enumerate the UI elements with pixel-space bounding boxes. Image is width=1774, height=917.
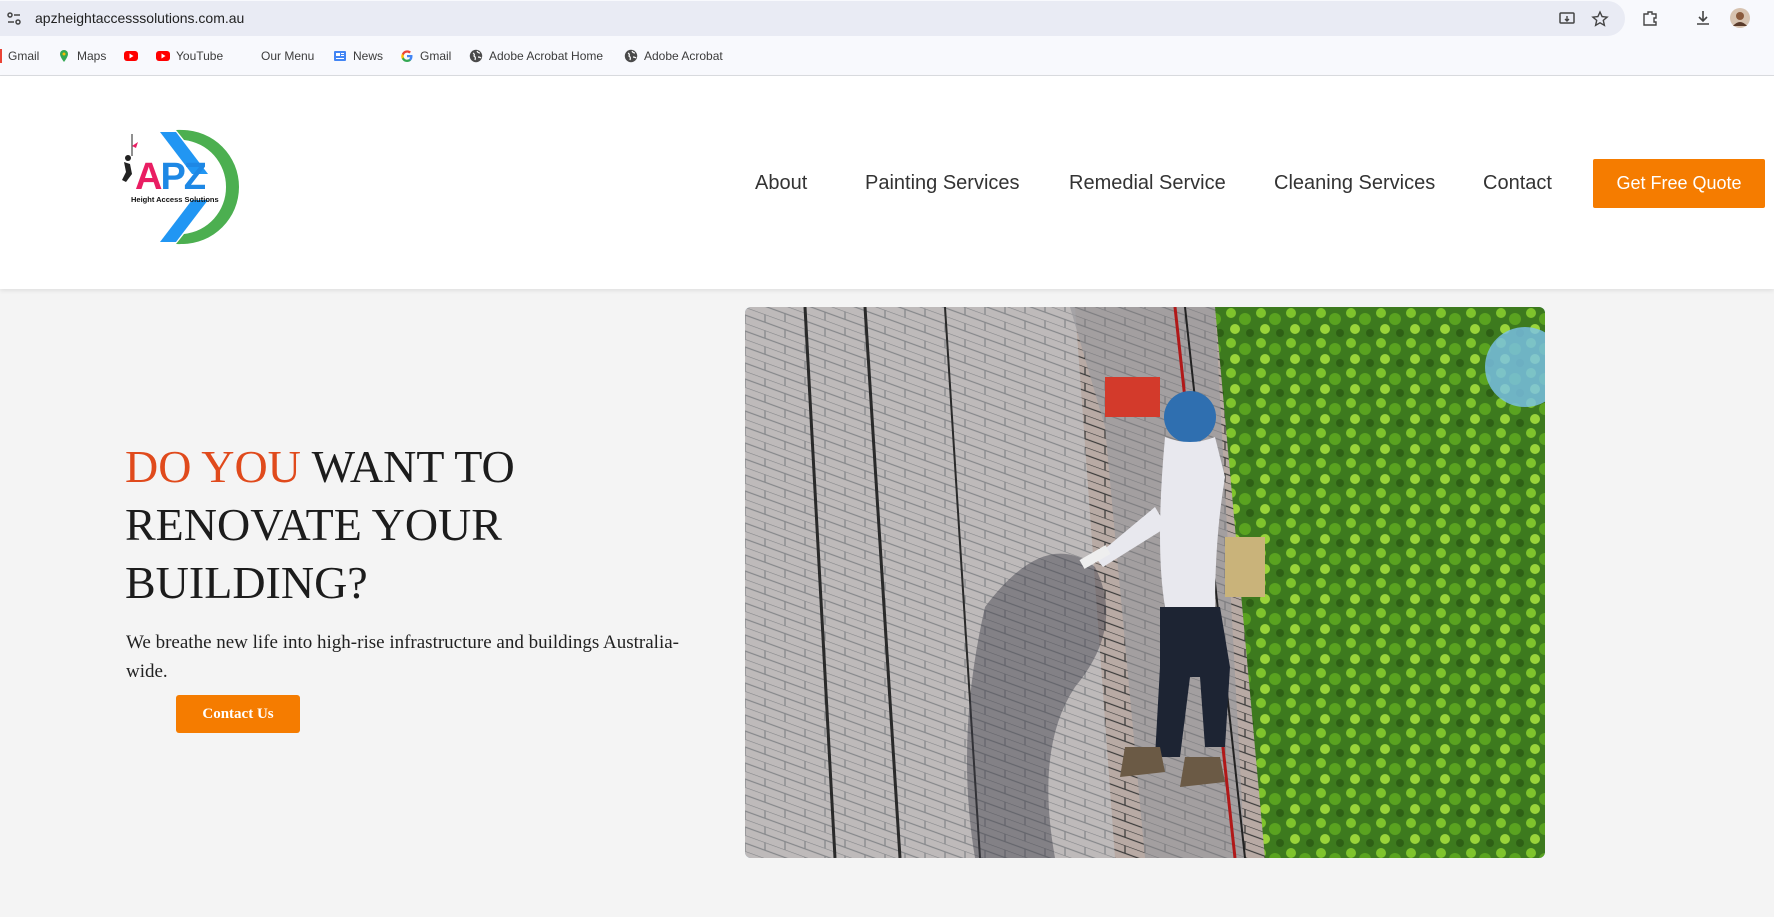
bookmark-star-icon[interactable] — [1591, 10, 1609, 28]
logo-letters: APZ — [135, 156, 207, 199]
hero-photo-illustration — [745, 307, 1545, 858]
hero-subtitle: We breathe new life into high-rise infra… — [126, 632, 679, 682]
nav-remedial-service[interactable]: Remedial Service — [1069, 172, 1226, 195]
bookmark-youtube-icon-only[interactable] — [124, 49, 144, 63]
logo-tagline: Height Access Solutions — [131, 195, 219, 204]
bookmark-adobe-acrobat-home[interactable]: Adobe Acrobat Home — [469, 49, 603, 63]
globe-icon — [624, 49, 638, 63]
youtube-icon — [124, 51, 138, 61]
address-bar[interactable]: apzheightaccesssolutions.com.au — [0, 1, 1625, 36]
bookmark-gmail[interactable]: Gmail — [0, 49, 39, 63]
site-info-icon[interactable] — [6, 11, 22, 27]
url-text[interactable]: apzheightaccesssolutions.com.au — [35, 10, 244, 26]
site-header: APZ Height Access Solutions About Painti… — [0, 76, 1774, 289]
gmail-icon — [0, 49, 2, 63]
bookmark-news[interactable]: News — [333, 49, 383, 63]
bookmark-adobe-acrobat[interactable]: Adobe Acrobat — [624, 49, 723, 63]
nav-about[interactable]: About — [755, 172, 807, 195]
download-icon[interactable] — [1694, 9, 1712, 27]
news-icon — [334, 51, 346, 61]
hero-title: DO YOU WANT TO RENOVATE YOUR BUILDING? — [125, 438, 745, 612]
browser-toolbar: apzheightaccesssolutions.com.au — [0, 0, 1774, 38]
logo-text: APZ — [135, 156, 207, 198]
nav-cleaning-services[interactable]: Cleaning Services — [1274, 172, 1435, 195]
globe-icon — [469, 49, 483, 63]
nav-painting-services[interactable]: Painting Services — [865, 172, 1020, 195]
bookmark-gmail-2[interactable]: Gmail — [400, 49, 451, 63]
bookmark-maps[interactable]: Maps — [57, 49, 106, 63]
bookmark-youtube[interactable]: YouTube — [156, 49, 223, 63]
install-app-icon[interactable] — [1558, 10, 1576, 28]
contact-us-button[interactable]: Contact Us — [176, 695, 300, 733]
bookmarks-bar: Gmail Maps YouTube Our Menu News Gmail A… — [0, 38, 1774, 76]
nav-contact[interactable]: Contact — [1483, 172, 1552, 195]
profile-avatar[interactable] — [1730, 8, 1750, 28]
hero-image-rope-access-painter — [745, 307, 1545, 858]
get-free-quote-button[interactable]: Get Free Quote — [1593, 159, 1765, 208]
bookmark-our-menu[interactable]: Our Menu — [261, 49, 314, 63]
hero-title-highlight: DO YOU — [125, 441, 301, 492]
maps-icon — [60, 50, 68, 62]
extensions-icon[interactable] — [1641, 9, 1659, 27]
google-icon — [401, 50, 413, 62]
youtube-icon — [156, 51, 170, 61]
